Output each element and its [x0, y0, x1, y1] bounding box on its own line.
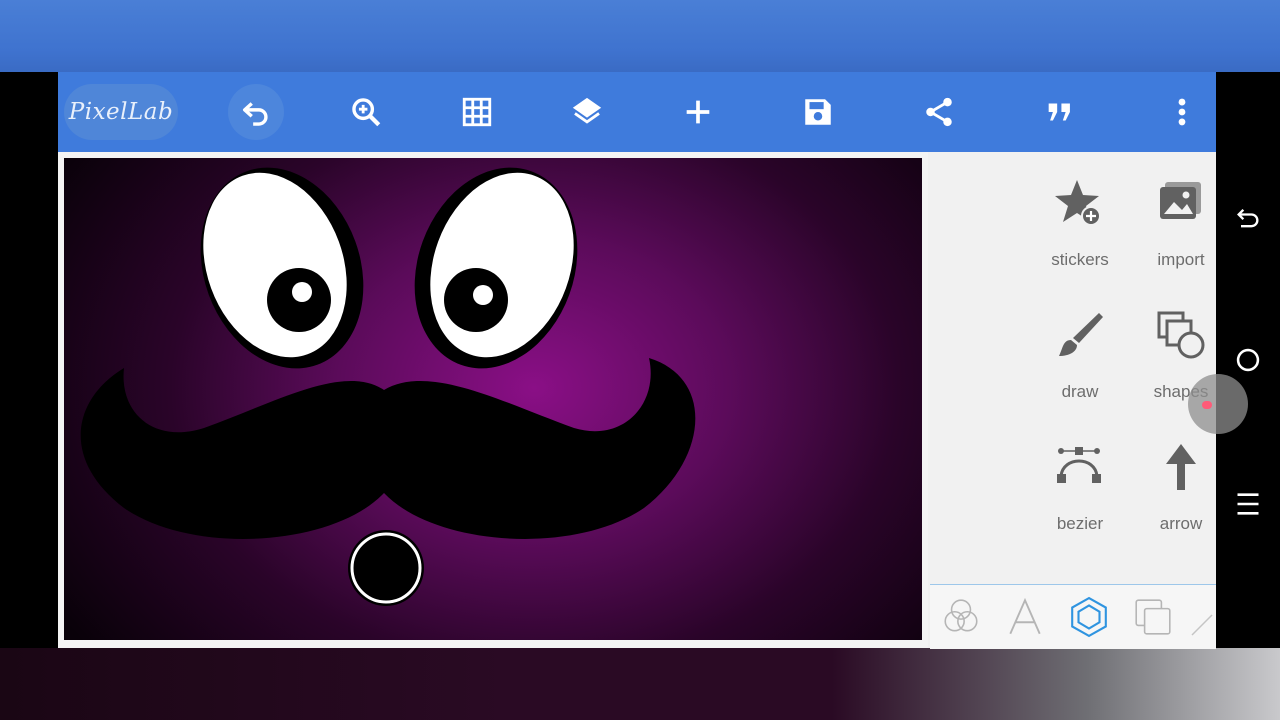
- tab-line[interactable]: [1184, 593, 1214, 641]
- quote-icon: [1048, 103, 1070, 121]
- system-menu-button[interactable]: [1232, 488, 1264, 520]
- face-artwork: [80, 167, 696, 606]
- tab-text[interactable]: [1002, 593, 1048, 641]
- tools-panel: stickers import draw shapes bezier arrow: [930, 152, 1216, 649]
- stickers-tool[interactable]: stickers: [1030, 178, 1130, 288]
- grid-button[interactable]: [449, 84, 505, 140]
- back-icon: [1237, 209, 1259, 228]
- home-circle-icon: [1236, 348, 1260, 372]
- app-logo: PixelLab: [64, 84, 178, 140]
- top-toolbar: PixelLab: [58, 72, 1216, 152]
- top-background-band: [0, 0, 1280, 72]
- tab-shapes[interactable]: [1066, 593, 1112, 641]
- undo-icon: [242, 102, 268, 126]
- draw-tool[interactable]: draw: [1030, 310, 1130, 420]
- mustache-shape: [80, 358, 696, 539]
- plus-icon: [686, 100, 710, 124]
- more-vertical-icon: [1178, 98, 1186, 126]
- stickers-label: stickers: [1051, 250, 1109, 269]
- pixellab-app: PixelLab stickers import draw shapes bez…: [58, 72, 1216, 649]
- arrow-up-icon: [1166, 444, 1196, 490]
- bezier-tool[interactable]: bezier: [1030, 442, 1130, 552]
- mouth-circle: [348, 530, 424, 606]
- tab-blend[interactable]: [938, 593, 984, 641]
- arrow-label: arrow: [1159, 514, 1203, 533]
- import-label: import: [1157, 250, 1205, 269]
- right-eye: [414, 167, 578, 369]
- zoom-button[interactable]: [338, 84, 394, 140]
- quote-button[interactable]: [1032, 84, 1088, 140]
- share-button[interactable]: [911, 84, 967, 140]
- arrow-tool[interactable]: arrow: [1131, 442, 1231, 552]
- left-eye: [200, 167, 364, 369]
- share-icon: [926, 97, 952, 127]
- text-a-icon: [1009, 597, 1041, 635]
- design-canvas[interactable]: [64, 158, 922, 640]
- layers-icon: [572, 97, 602, 124]
- bezier-curve-icon: [1057, 447, 1101, 483]
- line-icon: [1191, 614, 1213, 636]
- system-back-button[interactable]: [1232, 202, 1264, 234]
- panel-tab-bar: [930, 584, 1216, 649]
- more-options-button[interactable]: [1154, 84, 1210, 140]
- canvas-frame: [58, 152, 928, 648]
- tab-layers[interactable]: [1130, 593, 1176, 641]
- shapes-icon: [1157, 311, 1205, 359]
- bottom-background-band: [0, 648, 1280, 720]
- zoom-in-icon: [352, 98, 381, 127]
- layer-squares-icon: [1135, 599, 1171, 635]
- save-icon: [805, 99, 831, 125]
- system-home-button[interactable]: [1232, 344, 1264, 376]
- floating-button[interactable]: [1188, 374, 1248, 434]
- blend-circles-icon: [944, 599, 978, 632]
- add-button[interactable]: [670, 84, 726, 140]
- record-dot-icon: [1202, 401, 1212, 409]
- grid-icon: [462, 97, 492, 127]
- draw-label: draw: [1061, 382, 1099, 401]
- bezier-label: bezier: [1056, 514, 1104, 533]
- paint-brush-icon: [1059, 313, 1103, 356]
- image-import-icon: [1160, 182, 1201, 219]
- import-tool[interactable]: import: [1131, 178, 1231, 288]
- hexagon-icon: [1071, 596, 1107, 638]
- sticker-star-plus-icon: [1055, 180, 1101, 226]
- layers-button[interactable]: [559, 84, 615, 140]
- undo-button[interactable]: [228, 84, 284, 140]
- save-button[interactable]: [790, 84, 846, 140]
- menu-icon: [1237, 493, 1259, 515]
